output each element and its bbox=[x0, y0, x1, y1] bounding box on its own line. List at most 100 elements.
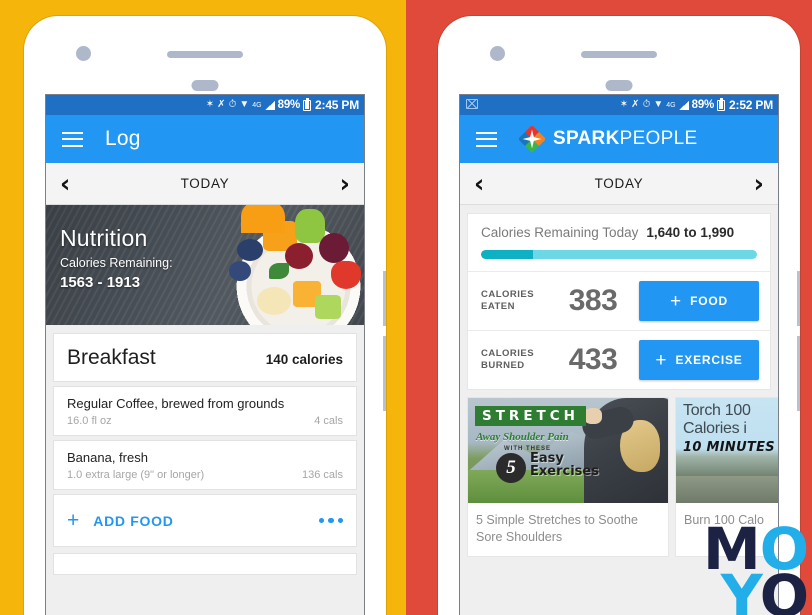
current-date-label: TODAY bbox=[594, 176, 644, 191]
road-shape bbox=[676, 475, 778, 503]
banana-slice bbox=[257, 287, 291, 315]
add-exercise-button[interactable]: + EXERCISE bbox=[639, 340, 759, 380]
add-food-label: FOOD bbox=[690, 294, 728, 308]
calories-remaining-row: Calories Remaining Today 1,640 to 1,990 bbox=[468, 214, 770, 240]
bluetooth-icon: ✶ bbox=[205, 99, 215, 110]
article-art-line2: Exercises bbox=[530, 464, 599, 480]
plus-icon: + bbox=[655, 349, 667, 371]
meal-name-label: Breakfast bbox=[67, 346, 156, 369]
hero-calories-remaining-value: 1563 - 1913 bbox=[60, 274, 141, 291]
watermark-y: Y bbox=[720, 562, 761, 615]
phone-screen-left: ✶ ✗ ⏱ ▼ 4G 89% 2:45 PM Log ‹ TODAY › Nut… bbox=[46, 95, 364, 615]
previous-day-button[interactable]: ‹ bbox=[60, 171, 70, 196]
volume-up-button[interactable] bbox=[383, 271, 386, 326]
grape bbox=[285, 243, 313, 269]
add-food-card[interactable]: + ADD FOOD bbox=[53, 494, 357, 547]
previous-day-button[interactable]: ‹ bbox=[474, 171, 484, 196]
network-type-label: 4G bbox=[666, 101, 676, 109]
front-camera-icon bbox=[490, 46, 505, 61]
blueberry bbox=[229, 261, 251, 281]
next-day-button[interactable]: › bbox=[754, 171, 764, 196]
orange-half bbox=[241, 205, 285, 233]
wifi-icon: ▼ bbox=[653, 99, 664, 110]
metric-label-line2: EATEN bbox=[481, 301, 515, 312]
meal-header-card[interactable]: Breakfast 140 calories bbox=[53, 333, 357, 382]
moyo-watermark: MO YO bbox=[703, 520, 809, 615]
next-day-button[interactable]: › bbox=[340, 171, 350, 196]
brand-name-bold: SPARK bbox=[553, 128, 620, 149]
hero-text-block: Nutrition Calories Remaining: 1563 - 191… bbox=[60, 225, 173, 291]
volume-up-button[interactable] bbox=[797, 271, 800, 326]
add-food-button[interactable]: ADD FOOD bbox=[93, 513, 173, 529]
nutrition-hero-banner[interactable]: Nutrition Calories Remaining: 1563 - 191… bbox=[46, 205, 364, 325]
calories-eaten-row: CALORIES EATEN 383 + FOOD bbox=[468, 271, 770, 330]
article-thumbnail: STRETCH Away Shoulder Pain WITH THESE 5 … bbox=[468, 398, 668, 503]
app-bar: SPARKPEOPLE bbox=[460, 115, 778, 163]
food-name-label: Regular Coffee, brewed from grounds bbox=[67, 396, 285, 411]
metric-label-line1: CALORIES bbox=[481, 348, 535, 360]
calorie-progress-bar bbox=[481, 250, 757, 259]
bluetooth-icon: ✶ bbox=[619, 99, 629, 110]
battery-percent-label: 89% bbox=[691, 99, 715, 111]
app-bar: Log bbox=[46, 115, 364, 163]
hero-title: Nutrition bbox=[60, 225, 148, 251]
calories-remaining-value: 1,640 to 1,990 bbox=[646, 225, 735, 240]
hero-subtitle: Calories Remaining: bbox=[60, 256, 173, 270]
status-bar: ✶ ✗ ⏱ ▼ 4G 89% 2:45 PM bbox=[46, 95, 364, 115]
add-exercise-label: EXERCISE bbox=[675, 353, 743, 367]
brand-logo-block[interactable]: SPARKPEOPLE bbox=[519, 126, 697, 152]
hamburger-icon[interactable] bbox=[476, 131, 497, 147]
mute-icon: ✗ bbox=[217, 99, 226, 110]
meal-calories-label: 140 calories bbox=[265, 352, 343, 367]
article-card[interactable]: STRETCH Away Shoulder Pain WITH THESE 5 … bbox=[467, 397, 669, 558]
earpiece-speaker-icon bbox=[581, 51, 657, 58]
page-title: Log bbox=[105, 127, 141, 150]
date-navigation-bar: ‹ TODAY › bbox=[460, 163, 778, 205]
phone-mockup-left: ✶ ✗ ⏱ ▼ 4G 89% 2:45 PM Log ‹ TODAY › Nut… bbox=[24, 16, 386, 615]
more-icon[interactable] bbox=[318, 517, 343, 524]
article-caption: 5 Simple Stretches to Soothe Sore Should… bbox=[476, 513, 638, 544]
metric-label-line2: BURNED bbox=[481, 360, 525, 371]
front-camera-icon bbox=[76, 46, 91, 61]
alarm-icon: ⏱ bbox=[642, 99, 651, 110]
current-date-label: TODAY bbox=[180, 176, 230, 191]
melon-chunk bbox=[315, 295, 341, 319]
food-calories-label: 4 cals bbox=[314, 415, 343, 427]
food-quantity-label: 1.0 extra large (9" or longer) bbox=[67, 469, 205, 481]
strawberry bbox=[331, 261, 361, 289]
metric-label: CALORIES EATEN bbox=[481, 289, 547, 313]
hamburger-icon[interactable] bbox=[62, 131, 83, 147]
sparkpeople-diamond-logo bbox=[519, 126, 545, 152]
grape bbox=[319, 233, 349, 263]
phone-bezel-top bbox=[24, 16, 386, 95]
plus-icon: + bbox=[67, 509, 80, 532]
mute-icon: ✗ bbox=[631, 99, 640, 110]
calorie-progress-fill bbox=[481, 250, 534, 259]
status-bar: ✶ ✗ ⏱ ▼ 4G 89% 2:52 PM bbox=[460, 95, 778, 115]
next-meal-card-partial[interactable] bbox=[53, 553, 357, 575]
calorie-summary-card: Calories Remaining Today 1,640 to 1,990 … bbox=[467, 213, 771, 390]
add-food-button[interactable]: + FOOD bbox=[639, 281, 759, 321]
brand-name: SPARKPEOPLE bbox=[553, 128, 697, 150]
food-item-row[interactable]: Banana, fresh 1.0 extra large (9" or lon… bbox=[53, 440, 357, 490]
power-button[interactable] bbox=[383, 336, 386, 411]
article-art-subtitle: Away Shoulder Pain bbox=[476, 431, 569, 443]
signal-icon bbox=[264, 100, 275, 110]
battery-icon bbox=[717, 98, 726, 111]
article-art-line3: 10 MINUTES bbox=[683, 440, 775, 455]
battery-icon bbox=[303, 98, 312, 111]
clock-label: 2:52 PM bbox=[729, 98, 773, 112]
calories-eaten-value: 383 bbox=[568, 284, 618, 317]
blueberry bbox=[237, 239, 263, 261]
food-item-row[interactable]: Regular Coffee, brewed from grounds 16.0… bbox=[53, 386, 357, 436]
earpiece-speaker-icon bbox=[167, 51, 243, 58]
watermark-o2: O bbox=[759, 562, 809, 615]
date-navigation-bar: ‹ TODAY › bbox=[46, 163, 364, 205]
mint-leaf bbox=[269, 263, 289, 279]
calories-burned-row: CALORIES BURNED 433 + EXERCISE bbox=[468, 330, 770, 389]
plus-icon: + bbox=[670, 290, 682, 312]
battery-percent-label: 89% bbox=[277, 99, 301, 111]
calories-burned-value: 433 bbox=[568, 343, 618, 376]
alarm-icon: ⏱ bbox=[228, 99, 237, 110]
power-button[interactable] bbox=[797, 336, 800, 411]
